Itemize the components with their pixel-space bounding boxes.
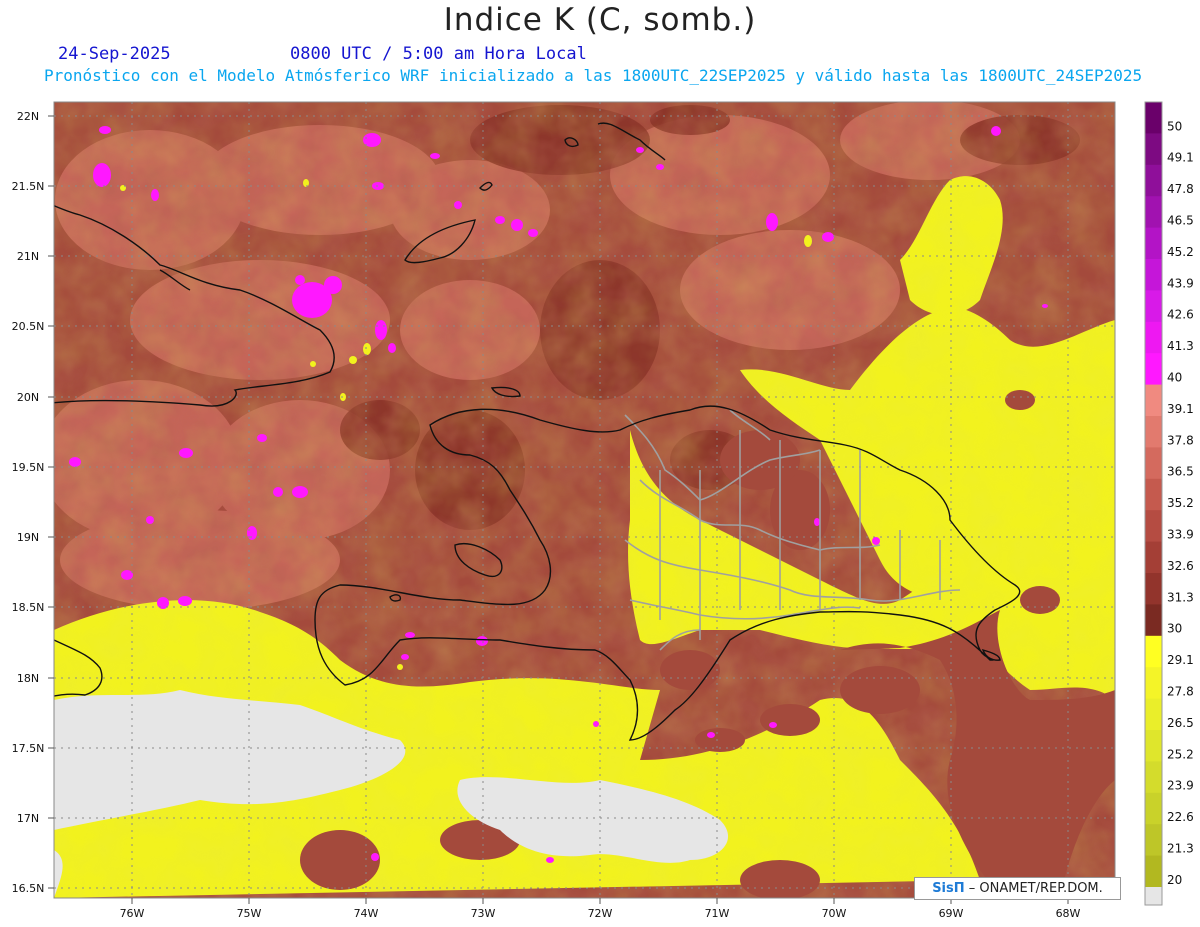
colorbar-swatch xyxy=(1145,761,1162,794)
lat-label: 19.5N xyxy=(12,461,45,474)
lon-label: 68W xyxy=(1056,907,1081,920)
lat-label: 18.5N xyxy=(12,601,45,614)
colorbar-swatch xyxy=(1145,541,1162,574)
colorbar-label: 50 xyxy=(1167,119,1182,133)
lat-label: 20N xyxy=(17,391,39,404)
colorbar-swatch xyxy=(1145,478,1162,511)
model-description: Pronóstico con el Modelo Atmósferico WRF… xyxy=(44,66,1143,85)
colorbar-swatch xyxy=(1145,635,1162,668)
colorbar-label: 40 xyxy=(1167,371,1182,385)
colorbar-label: 37.8 xyxy=(1167,433,1194,447)
colorbar-label: 43.9 xyxy=(1167,276,1194,290)
colorbar-swatch xyxy=(1145,792,1162,825)
colorbar-swatch xyxy=(1145,164,1162,197)
colorbar-label: 47.8 xyxy=(1167,182,1194,196)
colorbar-label: 22.6 xyxy=(1167,810,1194,824)
lon-label: 75W xyxy=(237,907,262,920)
colorbar-label: 20 xyxy=(1167,873,1182,887)
lat-label: 20.5N xyxy=(12,320,45,333)
lon-label: 70W xyxy=(822,907,847,920)
forecast-map: 22N 21.5N 21N 20.5N 20N 19.5N 19N 18.5N … xyxy=(12,101,1194,920)
credit-text: – ONAMET/REP.DOM. xyxy=(968,881,1103,896)
colorbar-swatch xyxy=(1145,573,1162,605)
lat-label: 18N xyxy=(17,672,39,685)
colorbar-label: 39.1 xyxy=(1167,402,1194,416)
colorbar: 50 49.1 47.8 46.5 45.2 43.9 42.6 41.3 40 39.1 37.8… xyxy=(1144,101,1194,906)
colorbar-label: 49.1 xyxy=(1167,151,1194,165)
sispi-logo: SisΠ xyxy=(932,881,965,896)
colorbar-swatch xyxy=(1145,353,1162,386)
colorbar-label: 21.3 xyxy=(1167,842,1194,856)
colorbar-label: 42.6 xyxy=(1167,308,1194,322)
k-index-field xyxy=(54,102,1115,898)
colorbar-swatch xyxy=(1145,698,1162,731)
lon-label: 72W xyxy=(588,907,613,920)
colorbar-label: 23.9 xyxy=(1167,779,1194,793)
colorbar-swatch xyxy=(1145,321,1162,354)
colorbar-swatch xyxy=(1145,447,1162,480)
colorbar-swatch xyxy=(1145,133,1162,166)
colorbar-label: 29.1 xyxy=(1167,653,1194,667)
colorbar-label: 45.2 xyxy=(1167,245,1194,259)
colorbar-label: 30 xyxy=(1167,622,1182,636)
lon-label: 76W xyxy=(120,907,145,920)
lat-label: 19N xyxy=(17,531,39,544)
colorbar-swatch xyxy=(1145,667,1162,700)
valid-time: 0800 UTC / 5:00 am Hora Local xyxy=(290,44,587,64)
lat-label: 17.5N xyxy=(12,742,45,755)
colorbar-label: 33.9 xyxy=(1167,528,1194,542)
colorbar-label: 25.2 xyxy=(1167,747,1194,761)
colorbar-swatch xyxy=(1145,824,1162,857)
lat-label: 22N xyxy=(17,110,39,123)
lon-label: 69W xyxy=(939,907,964,920)
colorbar-swatch xyxy=(1145,416,1162,448)
lon-label: 74W xyxy=(354,907,379,920)
lat-ticks xyxy=(48,115,54,889)
forecast-date: 24-Sep-2025 xyxy=(58,44,171,64)
lon-label: 73W xyxy=(471,907,496,920)
credit-box: SisΠ – ONAMET/REP.DOM. xyxy=(914,877,1121,900)
colorbar-label: 32.6 xyxy=(1167,559,1194,573)
colorbar-label: 31.3 xyxy=(1167,590,1194,604)
colorbar-swatch xyxy=(1145,384,1162,417)
colorbar-label: 35.2 xyxy=(1167,496,1194,510)
colorbar-swatch xyxy=(1145,730,1162,762)
lat-label: 21.5N xyxy=(12,180,45,193)
colorbar-swatch xyxy=(1145,102,1162,134)
colorbar-swatch xyxy=(1145,290,1162,323)
colorbar-swatch xyxy=(1145,855,1162,888)
lat-label: 17N xyxy=(17,812,39,825)
colorbar-swatch xyxy=(1145,196,1162,229)
colorbar-swatch xyxy=(1145,227,1162,260)
colorbar-swatch xyxy=(1145,510,1162,543)
map-title: Indice K (C, somb.) xyxy=(443,2,757,38)
lon-label: 71W xyxy=(705,907,730,920)
colorbar-label: 36.5 xyxy=(1167,465,1194,479)
colorbar-label: 41.3 xyxy=(1167,339,1194,353)
lat-label: 16.5N xyxy=(12,882,45,895)
colorbar-label: 26.5 xyxy=(1167,716,1194,730)
lat-label: 21N xyxy=(17,250,39,263)
colorbar-missing-swatch xyxy=(1145,887,1162,905)
colorbar-swatch xyxy=(1145,259,1162,291)
latitude-axis: 22N 21.5N 21N 20.5N 20N 19.5N 19N 18.5N … xyxy=(12,110,45,895)
colorbar-label: 46.5 xyxy=(1167,214,1194,228)
longitude-axis: 76W 75W 74W 73W 72W 71W 70W 69W 68W xyxy=(120,907,1081,920)
colorbar-label: 27.8 xyxy=(1167,685,1194,699)
colorbar-swatch xyxy=(1145,604,1162,637)
